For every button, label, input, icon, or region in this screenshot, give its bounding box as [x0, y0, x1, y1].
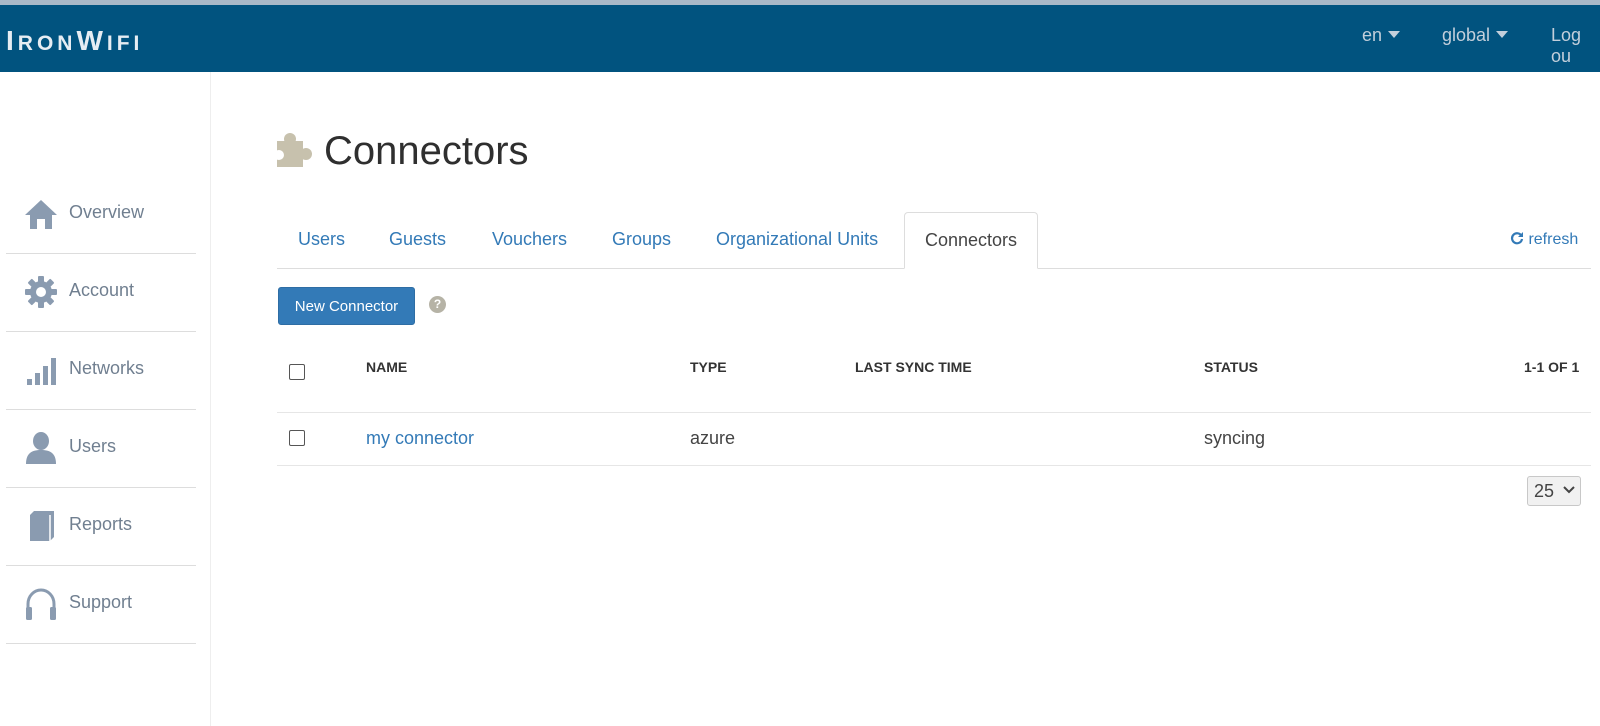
column-header-type[interactable]: TYPE [690, 359, 727, 375]
sidebar-item-support[interactable]: Support [6, 565, 196, 644]
language-label: en [1362, 25, 1383, 45]
connector-type: azure [690, 428, 736, 448]
tab-connectors[interactable]: Connectors [904, 212, 1038, 269]
tab-groups[interactable]: Groups [612, 212, 671, 268]
scope-dropdown[interactable]: global [1442, 25, 1509, 46]
headphones-icon [26, 588, 56, 620]
sidebar-item-label: Users [69, 436, 117, 456]
brand-text: IFI [106, 32, 144, 55]
sidebar-item-label: Overview [69, 202, 145, 222]
table-divider [277, 465, 1591, 466]
pagination-count: 1-1 OF 1 [1524, 359, 1580, 375]
brand-letter: I [6, 25, 18, 56]
caret-down-icon [1388, 31, 1401, 38]
user-icon [26, 432, 56, 464]
sidebar-item-label: Reports [69, 514, 133, 534]
sidebar-item-label: Account [69, 280, 135, 300]
sidebar-item-users[interactable]: Users [6, 409, 196, 488]
tab-vouchers[interactable]: Vouchers [492, 212, 567, 268]
sidebar-item-networks[interactable]: Networks [6, 331, 196, 410]
chevron-down-icon [1563, 486, 1575, 494]
sidebar-item-account[interactable]: Account [6, 253, 196, 332]
table-divider [277, 412, 1591, 413]
puzzle-icon [276, 133, 312, 167]
sidebar: Overview Account Networks Users Reports … [0, 72, 211, 726]
book-icon [30, 511, 54, 541]
sidebar-item-overview[interactable]: Overview [6, 175, 196, 254]
new-connector-button[interactable]: New Connector [278, 287, 415, 325]
connector-status: syncing [1204, 428, 1266, 448]
caret-down-icon [1496, 31, 1509, 38]
column-header-status[interactable]: STATUS [1204, 359, 1258, 375]
refresh-link[interactable]: refresh [1510, 231, 1578, 249]
page-title: Connectors [324, 129, 529, 173]
row-checkbox[interactable] [289, 430, 305, 446]
select-all-checkbox[interactable] [289, 364, 305, 380]
tab-users[interactable]: Users [298, 212, 345, 268]
tab-guests[interactable]: Guests [389, 212, 446, 268]
logout-label: Log ou [1551, 25, 1582, 66]
tab-organizational-units[interactable]: Organizational Units [716, 212, 878, 268]
gear-icon [25, 276, 57, 308]
connector-name-link[interactable]: my connector [366, 428, 474, 449]
brand-logo[interactable]: IRONWIFI [6, 25, 143, 57]
brand-letter: W [76, 25, 107, 56]
column-header-last-sync-time[interactable]: LAST SYNC TIME [855, 359, 972, 375]
sidebar-item-label: Support [69, 592, 133, 612]
brand-text: RON [17, 32, 77, 55]
signal-bars-icon [27, 358, 56, 385]
refresh-label: refresh [1528, 231, 1579, 248]
column-header-name[interactable]: NAME [366, 359, 407, 375]
top-navbar: IRONWIFI en global Log ou [0, 5, 1600, 72]
language-dropdown[interactable]: en [1362, 25, 1401, 46]
sidebar-item-label: Networks [69, 358, 145, 378]
page-size-select[interactable]: 25 [1527, 476, 1581, 506]
refresh-icon [1511, 232, 1524, 245]
page-size-value: 25 [1534, 481, 1555, 501]
scope-label: global [1442, 25, 1491, 45]
tab-bar: Users Guests Vouchers Groups Organizatio… [277, 212, 1591, 269]
sidebar-item-reports[interactable]: Reports [6, 487, 196, 566]
home-icon [25, 200, 57, 229]
logout-link[interactable]: Log ou [1551, 25, 1600, 67]
help-icon[interactable]: ? [429, 296, 446, 313]
